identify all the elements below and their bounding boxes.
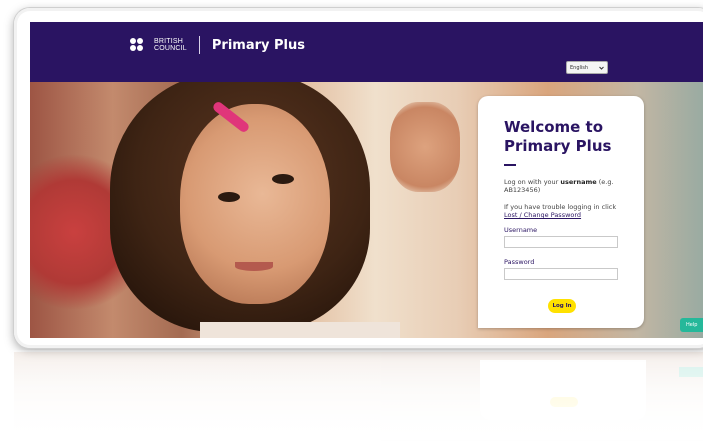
- login-button[interactable]: Log In: [548, 299, 576, 313]
- title-underline: [504, 164, 516, 166]
- brand-wordmark: BRITISH COUNCIL: [154, 38, 187, 52]
- welcome-title: Welcome to Primary Plus: [504, 118, 612, 155]
- girl-hand: [390, 102, 460, 192]
- username-label: Username: [504, 226, 538, 234]
- top-bar: BRITISH COUNCIL Primary Plus English: [30, 22, 703, 82]
- girl-mouth: [235, 262, 273, 271]
- girl-shirt: [200, 322, 400, 338]
- brand-line-2: COUNCIL: [154, 45, 187, 52]
- instruction-text: Log on with your username (e.g. AB123456…: [504, 178, 624, 194]
- instruction-bold: username: [560, 178, 597, 186]
- trouble-prefix: If you have trouble logging in click: [504, 203, 617, 211]
- british-council-dots-icon: [130, 38, 148, 52]
- instruction-prefix: Log on with your: [504, 178, 561, 186]
- login-panel: Welcome to Primary Plus Log on with your…: [478, 96, 644, 328]
- username-input[interactable]: [504, 236, 618, 248]
- chevron-down-icon: [599, 66, 604, 70]
- language-select[interactable]: English: [566, 61, 608, 74]
- girl-face: [180, 104, 330, 304]
- help-tab[interactable]: Help: [680, 318, 703, 332]
- browser-screen: BRITISH COUNCIL Primary Plus English Wel…: [30, 22, 703, 338]
- product-title: Primary Plus: [211, 37, 306, 53]
- password-input[interactable]: [504, 268, 618, 280]
- device-frame: BRITISH COUNCIL Primary Plus English Wel…: [14, 8, 703, 348]
- british-council-logo: BRITISH COUNCIL Primary Plus: [130, 36, 305, 54]
- girl-eye-right: [272, 174, 294, 184]
- trouble-text: If you have trouble logging in click Los…: [504, 203, 624, 219]
- girl-eye-left: [218, 192, 240, 202]
- lost-password-link[interactable]: Lost / Change Password: [504, 211, 581, 219]
- reflection-fade: [0, 350, 703, 440]
- logo-divider: [198, 36, 200, 54]
- password-label: Password: [504, 258, 535, 266]
- language-selected-label: English: [570, 64, 589, 71]
- brand-line-1: BRITISH: [154, 38, 184, 45]
